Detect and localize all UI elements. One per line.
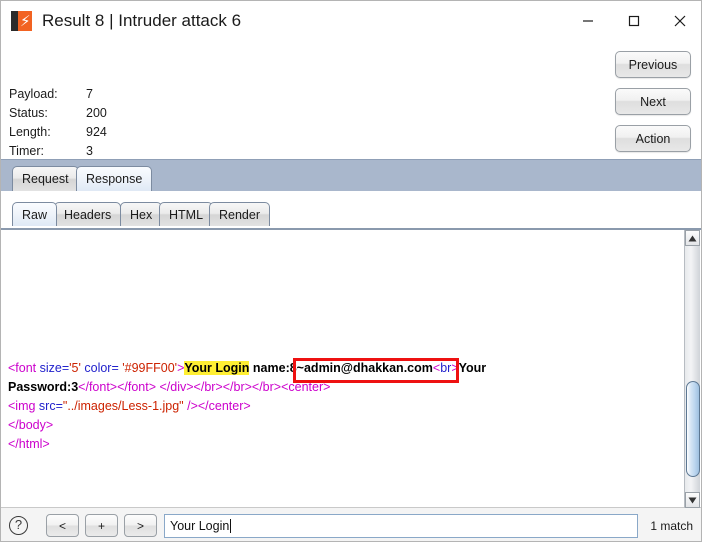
response-body-code: <font size='5' color= '#99FF00' > Your Log… <box>8 359 668 454</box>
font-color-value: '#99FF00' <box>122 361 178 375</box>
payload-value: 7 <box>86 87 93 101</box>
match-count-label: 1 match <box>650 519 693 533</box>
response-raw-viewer[interactable]: <font size='5' color= '#99FF00' > Your Log… <box>2 230 686 508</box>
burp-intruder-result-window: ⚡ Result 8 | Intruder attack 6 Payload: … <box>0 0 702 542</box>
lightning-bolt-icon: ⚡ <box>20 12 31 30</box>
annotated-credential-text: :8~admin@dhakkan.com <box>285 361 433 375</box>
body-close-tag: </body> <box>8 418 54 432</box>
your-trailing-text: Your <box>458 361 487 375</box>
font-color-attr: color= <box>80 361 123 375</box>
length-label: Length: <box>9 125 51 139</box>
font-size-value: '5' <box>69 361 81 375</box>
tab-raw[interactable]: Raw <box>12 202 58 226</box>
response-view-tabs: Raw Headers Hex HTML Render <box>1 191 701 230</box>
br-tag-name: br <box>440 361 452 375</box>
br-close-bracket: > <box>451 361 459 375</box>
previous-button[interactable]: Previous <box>615 51 691 78</box>
close-button[interactable] <box>657 1 701 41</box>
response-vertical-scrollbar[interactable] <box>684 230 700 508</box>
next-button[interactable]: Next <box>615 88 691 115</box>
text-cursor <box>230 519 232 533</box>
previous-match-button[interactable]: < <box>46 514 79 537</box>
img-src-attr: src= <box>35 399 63 413</box>
tab-headers[interactable]: Headers <box>54 202 122 226</box>
navigation-button-group: Previous Next Action <box>615 51 691 152</box>
length-value: 924 <box>86 125 107 139</box>
payload-label: Payload: <box>9 87 58 101</box>
center-close-tag: </center> <box>197 399 251 413</box>
img-src-value: "../images/Less-1.jpg" <box>62 399 184 413</box>
window-title: Result 8 | Intruder attack 6 <box>42 11 242 30</box>
scroll-down-button[interactable] <box>685 492 700 508</box>
close-icon <box>674 15 686 27</box>
window-controls <box>565 1 701 41</box>
tab-render[interactable]: Render <box>209 202 270 226</box>
html-close-tag: </html> <box>8 437 50 451</box>
icon-cube-side <box>11 11 18 31</box>
add-search-button[interactable]: + <box>85 514 118 537</box>
title-bar: ⚡ Result 8 | Intruder attack 6 <box>1 1 701 41</box>
font-size-attr: size= <box>36 361 70 375</box>
burp-suite-icon: ⚡ <box>11 10 33 32</box>
login-name-label: name <box>249 361 286 375</box>
search-input[interactable]: Your Login <box>164 514 638 538</box>
password-text: Password:3 <box>8 380 79 394</box>
tab-html[interactable]: HTML <box>159 202 214 226</box>
message-tabs: Request Response <box>1 159 701 191</box>
img-open-tag: <img <box>8 399 36 413</box>
scrollbar-thumb[interactable] <box>686 381 700 477</box>
help-icon[interactable]: ? <box>9 516 28 535</box>
scroll-up-button[interactable] <box>685 230 700 246</box>
maximize-icon <box>628 15 640 27</box>
next-match-button[interactable]: > <box>124 514 157 537</box>
closing-tags-line2: </font></font> </div></br></br></br><cen… <box>78 380 331 394</box>
scroll-down-icon <box>688 497 697 503</box>
scroll-up-icon <box>688 235 697 241</box>
tab-request[interactable]: Request <box>12 166 79 191</box>
tab-response[interactable]: Response <box>76 166 153 191</box>
search-bar: ? < + > Your Login 1 match <box>1 507 701 541</box>
minimize-button[interactable] <box>565 1 611 41</box>
timer-value: 3 <box>86 144 93 158</box>
timer-label: Timer: <box>9 144 44 158</box>
status-value: 200 <box>86 106 107 120</box>
tab-hex[interactable]: Hex <box>120 202 163 226</box>
search-input-value: Your Login <box>170 519 230 533</box>
minimize-icon <box>583 20 593 22</box>
font-open-tag: <font <box>8 361 37 375</box>
maximize-button[interactable] <box>611 1 657 41</box>
img-self-close: /> <box>183 399 198 413</box>
search-match-highlight: Your Login <box>184 361 250 375</box>
status-label: Status: <box>9 106 48 120</box>
result-info-panel: Payload: 7 Status: 200 Length: 924 Timer… <box>1 41 701 159</box>
action-button[interactable]: Action <box>615 125 691 152</box>
